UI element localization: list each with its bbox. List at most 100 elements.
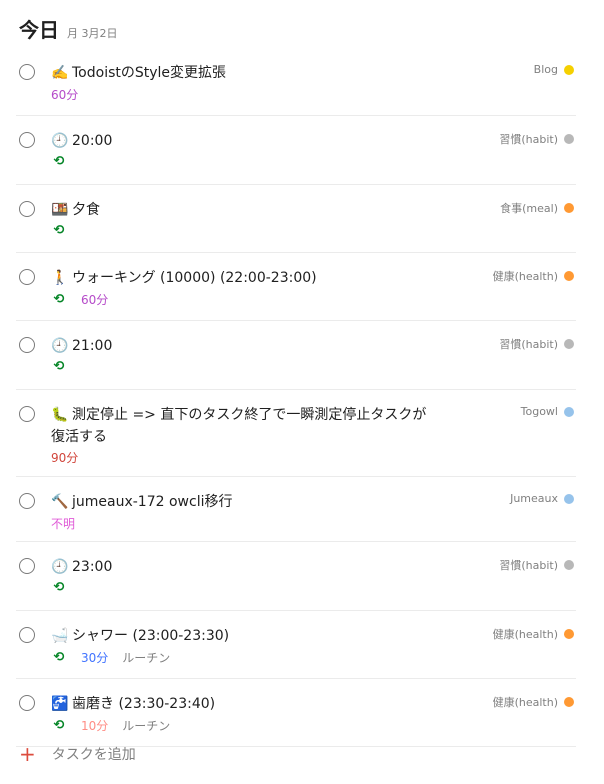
worm-icon: 🐛 — [51, 407, 69, 423]
project-tag[interactable]: 習慣(habit) — [499, 336, 574, 352]
add-task-label: タスクを追加 — [51, 747, 136, 763]
task-title: シャワー (23:00-23:30) — [72, 628, 230, 644]
recurring-icon: ⟲ — [53, 580, 65, 595]
project-tag[interactable]: 健康(health) — [493, 268, 574, 284]
duration-label: 10分 — [81, 719, 109, 733]
page-date: 月 3月2日 — [67, 27, 118, 40]
project-color-dot — [564, 629, 574, 639]
task-meta: ⟲ 10分 ルーチン — [51, 717, 171, 734]
task-content[interactable]: 🕘 23:00 — [51, 556, 446, 578]
duration-label: 60分 — [81, 293, 109, 307]
complete-checkbox[interactable] — [19, 201, 35, 217]
project-color-dot — [564, 271, 574, 281]
complete-checkbox[interactable] — [19, 493, 35, 509]
recurring-icon: ⟲ — [53, 650, 65, 665]
task-meta: 60分 — [51, 86, 78, 103]
label-tag[interactable]: ルーチン — [122, 649, 170, 666]
project-name: 習慣(habit) — [499, 338, 558, 351]
project-tag[interactable]: 習慣(habit) — [499, 557, 574, 573]
project-color-dot — [564, 406, 574, 417]
task-row[interactable]: 🚰 歯磨き (23:30-23:40) ⟲ 10分 ルーチン 健康(health) — [16, 679, 576, 747]
task-row[interactable]: 🕘 20:00 ⟲ 習慣(habit) — [16, 116, 576, 185]
clock-icon: 🕘 — [51, 338, 69, 354]
project-name: Jumeaux — [510, 492, 558, 505]
task-row[interactable]: 🍱 夕食 ⟲ 食事(meal) — [16, 185, 576, 253]
task-content[interactable]: 🕘 20:00 — [51, 130, 446, 152]
label-tag[interactable]: ルーチン — [122, 717, 170, 734]
task-title: 20:00 — [72, 133, 113, 149]
task-title: 測定停止 => 直下のタスク終了で一瞬測定停止タスクが — [72, 407, 427, 423]
project-tag[interactable]: 習慣(habit) — [499, 131, 574, 147]
task-meta: ⟲ — [51, 154, 67, 169]
duration-label: 90分 — [51, 451, 79, 465]
task-content[interactable]: 🐛 測定停止 => 直下のタスク終了で一瞬測定停止タスクが復活する — [51, 404, 446, 448]
recurring-icon: ⟲ — [53, 359, 65, 374]
page-title: 今日 — [19, 18, 59, 42]
complete-checkbox[interactable] — [19, 558, 35, 574]
task-content[interactable]: 🚰 歯磨き (23:30-23:40) — [51, 693, 446, 715]
task-meta: 90分 — [51, 449, 78, 466]
task-title: 夕食 — [72, 202, 100, 218]
plus-icon: + — [19, 742, 36, 766]
project-name: 健康(health) — [492, 628, 558, 641]
task-row[interactable]: 🕘 21:00 ⟲ 習慣(habit) — [16, 321, 576, 390]
faucet-icon: 🚰 — [51, 696, 69, 712]
task-content[interactable]: 🚶 ウォーキング (10000) (22:00-23:00) — [51, 267, 446, 289]
task-content[interactable]: 🛁 シャワー (23:00-23:30) — [51, 625, 446, 647]
recurring-icon: ⟲ — [53, 154, 65, 169]
project-name: Togowl — [520, 405, 558, 418]
complete-checkbox[interactable] — [19, 132, 35, 148]
complete-checkbox[interactable] — [19, 64, 35, 80]
task-row[interactable]: 🔨 jumeaux-172 owcli移行不明 Jumeaux — [16, 477, 576, 542]
bento-icon: 🍱 — [51, 202, 69, 218]
task-title: 歯磨き (23:30-23:40) — [72, 696, 216, 712]
task-content[interactable]: 🍱 夕食 — [51, 199, 446, 221]
project-color-dot — [564, 64, 574, 75]
task-title: 21:00 — [72, 338, 113, 354]
task-row[interactable]: 🛁 シャワー (23:00-23:30) ⟲ 30分 ルーチン 健康(health) — [16, 611, 576, 679]
task-title-continued: 復活する — [51, 429, 107, 445]
task-title: ウォーキング (10000) (22:00-23:00) — [72, 270, 317, 286]
project-color-dot — [564, 339, 574, 349]
task-content[interactable]: 🔨 jumeaux-172 owcli移行 — [51, 491, 446, 513]
task-row[interactable]: 🕘 23:00 ⟲ 習慣(habit) — [16, 542, 576, 611]
task-content[interactable]: 🕘 21:00 — [51, 335, 446, 357]
task-meta: ⟲ 30分 ルーチン — [51, 649, 171, 666]
project-name: 習慣(habit) — [499, 133, 558, 146]
duration-label: 60分 — [51, 88, 79, 102]
recurring-icon: ⟲ — [53, 292, 65, 307]
clock-icon: 🕘 — [51, 559, 69, 575]
task-row[interactable]: 🚶 ウォーキング (10000) (22:00-23:00) ⟲ 60分 健康(heal… — [16, 253, 576, 321]
project-name: 健康(health) — [492, 270, 558, 283]
clock-icon: 🕘 — [51, 133, 69, 149]
project-color-dot — [564, 134, 574, 144]
task-title: jumeaux-172 owcli移行 — [72, 494, 233, 510]
project-name: 食事(meal) — [500, 202, 558, 215]
task-row[interactable]: ✍️ TodoistのStyle変更拡張 60分 Blog — [16, 48, 576, 116]
task-meta: ⟲ — [51, 359, 67, 374]
recurring-icon: ⟲ — [53, 223, 65, 238]
project-tag[interactable]: 健康(health) — [493, 626, 574, 642]
walking-person-icon: 🚶 — [51, 270, 69, 286]
complete-checkbox[interactable] — [19, 695, 35, 711]
project-color-dot — [564, 493, 574, 504]
task-title: 23:00 — [72, 559, 113, 575]
task-content[interactable]: ✍️ TodoistのStyle変更拡張 — [51, 62, 446, 84]
project-tag[interactable]: 健康(health) — [493, 694, 574, 710]
complete-checkbox[interactable] — [19, 406, 35, 422]
complete-checkbox[interactable] — [19, 337, 35, 353]
complete-checkbox[interactable] — [19, 269, 35, 285]
add-task-button[interactable]: + タスクを追加 — [19, 744, 136, 764]
task-meta: ⟲ — [51, 580, 67, 595]
project-tag[interactable]: Jumeaux — [510, 492, 574, 505]
complete-checkbox[interactable] — [19, 627, 35, 643]
project-tag[interactable]: Togowl — [521, 405, 574, 418]
project-tag[interactable]: Blog — [534, 63, 574, 76]
writing-hand-icon: ✍️ — [51, 65, 69, 81]
task-row[interactable]: 🐛 測定停止 => 直下のタスク終了で一瞬測定停止タスクが復活する 90分 Togow… — [16, 390, 576, 477]
duration-label: 30分 — [81, 651, 109, 665]
bathtub-icon: 🛁 — [51, 628, 69, 644]
project-tag[interactable]: 食事(meal) — [500, 200, 574, 216]
page-header: 今日 月 3月2日 — [19, 14, 118, 43]
duration-label: 不明 — [51, 517, 76, 531]
